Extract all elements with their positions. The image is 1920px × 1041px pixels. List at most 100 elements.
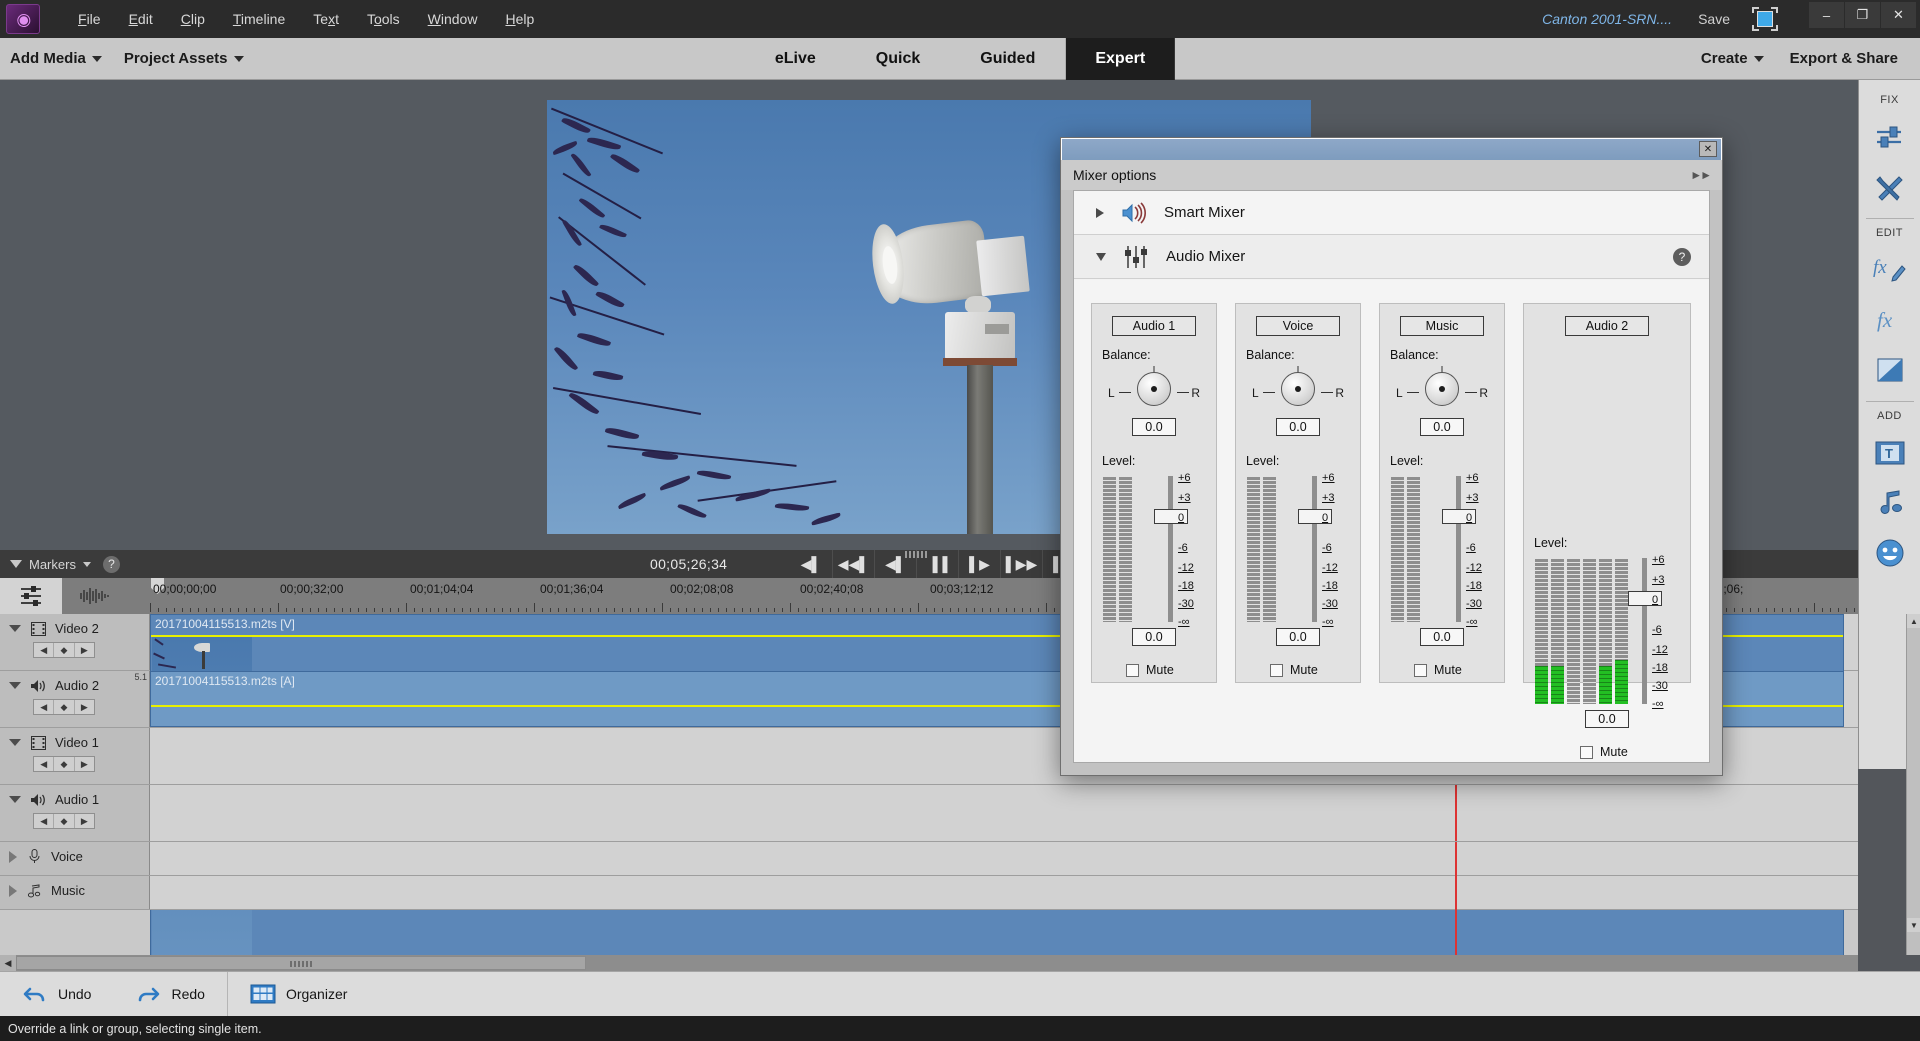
menu-help[interactable]: Help xyxy=(491,5,548,33)
mute-control[interactable]: Mute xyxy=(1126,663,1174,677)
tab-elive[interactable]: eLive xyxy=(745,38,846,80)
prev-keyframe-button[interactable]: ◀ xyxy=(34,700,55,714)
export-share-button[interactable]: Export & Share xyxy=(1790,50,1898,67)
adjustments-icon[interactable] xyxy=(1867,114,1913,160)
markers-menu[interactable]: Markers xyxy=(10,557,91,572)
channel-name-button[interactable]: Audio 2 xyxy=(1565,316,1649,336)
prev-keyframe-button[interactable]: ◀ xyxy=(34,757,55,771)
balance-value-field[interactable]: 0.0 xyxy=(1276,418,1320,436)
go-to-end-button[interactable]: ▌▶▶ xyxy=(1000,550,1042,578)
help-icon[interactable]: ? xyxy=(102,555,120,573)
panel-grip[interactable] xyxy=(905,551,929,558)
track-nav-buttons[interactable]: ◀ ◆ ▶ xyxy=(33,699,95,715)
track-content[interactable] xyxy=(150,785,1858,841)
go-to-in-point-button[interactable]: ◀▌ xyxy=(790,550,832,578)
dialog-close-button[interactable]: ✕ xyxy=(1699,141,1717,157)
track-nav-buttons[interactable]: ◀ ◆ ▶ xyxy=(33,813,95,829)
fader-track[interactable] xyxy=(1168,476,1173,622)
maximize-button[interactable]: ❐ xyxy=(1844,2,1880,28)
menu-text[interactable]: Text xyxy=(299,5,353,33)
prev-keyframe-button[interactable]: ◀ xyxy=(34,643,55,657)
fader-track[interactable] xyxy=(1456,476,1461,622)
tab-quick[interactable]: Quick xyxy=(846,38,950,80)
mute-control[interactable]: Mute xyxy=(1414,663,1462,677)
triangle-down-icon[interactable] xyxy=(9,625,21,632)
go-to-start-button[interactable]: ◀◀▌ xyxy=(832,550,874,578)
next-keyframe-button[interactable]: ▶ xyxy=(75,700,94,714)
track-header-video-1[interactable]: Video 1 ◀ ◆ ▶ xyxy=(0,728,150,784)
playhead[interactable] xyxy=(1455,785,1457,841)
close-button[interactable]: ✕ xyxy=(1880,2,1916,28)
music-note-icon[interactable] xyxy=(1867,480,1913,526)
effects-edit-icon[interactable]: fx xyxy=(1867,247,1913,293)
titles-text-icon[interactable]: T xyxy=(1867,430,1913,476)
timeline-vertical-scrollbar[interactable]: ▲ ▼ xyxy=(1906,614,1920,955)
level-value-field[interactable]: 0.0 xyxy=(1276,628,1320,646)
balance-value-field[interactable]: 0.0 xyxy=(1132,418,1176,436)
balance-knob[interactable] xyxy=(1281,372,1315,406)
menu-window[interactable]: Window xyxy=(414,5,492,33)
step-forward-button[interactable]: ▌▶ xyxy=(958,550,1000,578)
organizer-button[interactable]: Organizer xyxy=(228,972,369,1017)
mute-control[interactable]: Mute xyxy=(1580,745,1628,759)
track-nav-buttons[interactable]: ◀ ◆ ▶ xyxy=(33,756,95,772)
track-content[interactable] xyxy=(150,842,1858,875)
track-header-video-2[interactable]: Video 2 ◀ ◆ ▶ xyxy=(0,614,150,670)
redo-button[interactable]: Redo xyxy=(113,972,226,1017)
channel-name-button[interactable]: Audio 1 xyxy=(1112,316,1196,336)
next-keyframe-button[interactable]: ▶ xyxy=(75,643,94,657)
timeline-horizontal-scrollbar[interactable]: ◀ xyxy=(0,955,1858,971)
fader-track[interactable] xyxy=(1312,476,1317,622)
level-value-field[interactable]: 0.0 xyxy=(1420,628,1464,646)
menu-file[interactable]: File xyxy=(64,5,115,33)
triangle-down-icon[interactable] xyxy=(9,682,21,689)
mute-checkbox[interactable] xyxy=(1270,663,1283,677)
track-header-audio-2[interactable]: Audio 2 ◀ ◆ ▶ 5.1 xyxy=(0,671,150,727)
scroll-down-arrow[interactable]: ▼ xyxy=(1907,918,1920,932)
balance-value-field[interactable]: 0.0 xyxy=(1420,418,1464,436)
menu-edit[interactable]: Edit xyxy=(115,5,167,33)
audio-mixer-section[interactable]: Audio Mixer ? xyxy=(1074,235,1709,279)
tab-guided[interactable]: Guided xyxy=(950,38,1065,80)
create-button[interactable]: Create xyxy=(1701,50,1764,67)
level-value-field[interactable]: 0.0 xyxy=(1585,710,1629,728)
help-icon[interactable]: ? xyxy=(1673,247,1691,266)
track-nav-buttons[interactable]: ◀ ◆ ▶ xyxy=(33,642,95,658)
triangle-right-icon[interactable] xyxy=(9,850,17,863)
timeline-settings-button[interactable] xyxy=(0,578,62,614)
audio-waveform-button[interactable] xyxy=(62,578,124,614)
expand-panel-icon[interactable]: ►► xyxy=(1690,168,1712,182)
channel-name-button[interactable]: Voice xyxy=(1256,316,1340,336)
tab-expert[interactable]: Expert xyxy=(1065,37,1176,80)
mute-checkbox[interactable] xyxy=(1580,745,1593,759)
minimize-button[interactable]: – xyxy=(1808,2,1844,28)
balance-knob[interactable] xyxy=(1425,372,1459,406)
dialog-title-bar[interactable]: ✕ xyxy=(1061,138,1722,160)
track-header-music[interactable]: Music xyxy=(0,876,150,909)
triangle-down-icon[interactable] xyxy=(9,739,21,746)
undo-button[interactable]: Undo xyxy=(0,972,113,1017)
add-keyframe-button[interactable]: ◆ xyxy=(54,700,75,714)
smart-mixer-section[interactable]: Smart Mixer xyxy=(1074,191,1709,235)
mute-checkbox[interactable] xyxy=(1126,663,1139,677)
track-header-voice[interactable]: Voice xyxy=(0,842,150,875)
playhead[interactable] xyxy=(1455,842,1457,955)
menu-clip[interactable]: Clip xyxy=(167,5,219,33)
graphics-smiley-icon[interactable] xyxy=(1867,530,1913,576)
channel-name-button[interactable]: Music xyxy=(1400,316,1484,336)
menu-tools[interactable]: Tools xyxy=(353,5,414,33)
scrollbar-thumb[interactable] xyxy=(16,956,586,970)
balance-knob[interactable] xyxy=(1137,372,1171,406)
add-keyframe-button[interactable]: ◆ xyxy=(54,757,75,771)
scroll-up-arrow[interactable]: ▲ xyxy=(1907,614,1920,628)
add-media-button[interactable]: Add Media xyxy=(10,50,102,67)
track-content[interactable] xyxy=(150,876,1858,909)
next-keyframe-button[interactable]: ▶ xyxy=(75,757,94,771)
screen-mode-icon[interactable] xyxy=(1752,7,1778,31)
fader-track[interactable] xyxy=(1642,558,1647,704)
mute-control[interactable]: Mute xyxy=(1270,663,1318,677)
next-keyframe-button[interactable]: ▶ xyxy=(75,814,94,828)
tools-wrench-icon[interactable] xyxy=(1867,164,1913,210)
menu-timeline[interactable]: Timeline xyxy=(219,5,299,33)
transitions-icon[interactable] xyxy=(1867,347,1913,393)
